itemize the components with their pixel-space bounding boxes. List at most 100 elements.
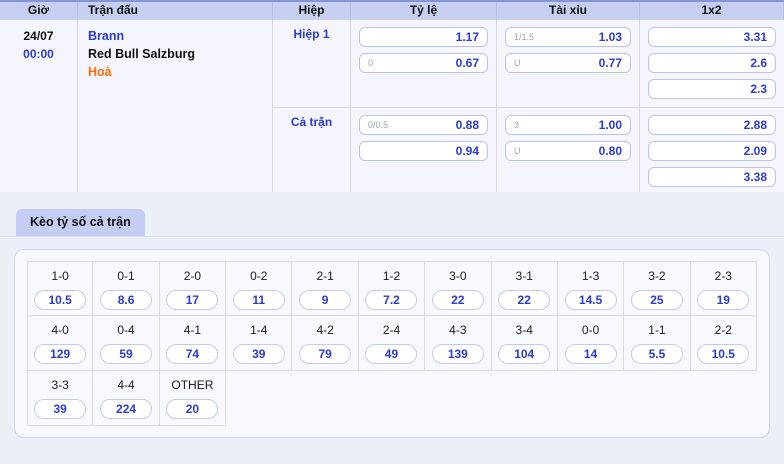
score-cell: 1-2 7.2 [359,261,425,316]
column-header-time: Giờ [0,2,78,20]
score-odds-button[interactable]: 59 [100,344,152,364]
score-odds-button[interactable]: 14 [565,344,617,364]
score-label: 4-0 [28,322,92,339]
fulltime-1x2-home-odds-button[interactable]: 2.88 [648,115,776,135]
score-cell: 2-0 17 [160,261,226,316]
score-odds-button[interactable]: 49 [365,344,417,364]
score-odds-button[interactable]: 22 [498,290,550,310]
half1-1x2-home-odds-button[interactable]: 3.31 [648,27,776,47]
half1-1x2-cell: 3.31 2.6 2.3 [640,20,784,107]
score-cell: 3-2 25 [624,261,690,316]
fulltime-handicap-cell: 0/0.5 0.88 0.94 [351,107,497,192]
score-label: 4-4 [93,377,158,394]
odds-value: 0.94 [456,144,479,158]
odds-value: 3.38 [744,170,767,184]
score-label: 1-1 [624,322,689,339]
score-label: 0-0 [558,322,623,339]
section-label-fulltime: Cả trận [273,107,351,192]
score-label: 2-3 [691,268,756,285]
score-label: 2-0 [160,268,225,285]
score-label: 0-4 [93,322,158,339]
score-odds-button[interactable]: 11 [233,290,285,310]
score-cell: 0-4 59 [93,316,159,371]
score-label: 4-2 [292,322,357,339]
fulltime-over-odds-button[interactable]: 3 1.00 [505,115,631,135]
score-label: 1-2 [359,268,424,285]
odds-value: 1.03 [599,30,622,44]
score-odds-button[interactable]: 25 [631,290,683,310]
over-under-line-label: 1/1.5 [514,32,534,42]
score-cell: 0-0 14 [558,316,624,371]
odds-value: 0.67 [456,56,479,70]
score-odds-button[interactable]: 19 [697,290,749,310]
half1-over-odds-button[interactable]: 1/1.5 1.03 [505,27,631,47]
odds-value: 1.00 [599,118,622,132]
score-odds-button[interactable]: 10.5 [34,290,86,310]
score-odds-button[interactable]: 7.2 [365,290,417,310]
score-label: 2-2 [691,322,756,339]
column-header-1x2: 1x2 [640,2,784,20]
score-odds-button[interactable]: 10.5 [697,344,749,364]
score-label: 1-0 [28,268,92,285]
match-odds-table: Giờ Trận đấu Hiệp Tỷ lệ Tài xỉu 1x2 24/0… [0,0,784,192]
column-header-handicap: Tỷ lệ [351,2,497,20]
score-odds-button[interactable]: 17 [166,290,218,310]
score-odds-button[interactable]: 5.5 [631,344,683,364]
match-kickoff-time: 00:00 [0,45,77,63]
score-label: 3-4 [492,322,557,339]
over-under-line-label: U [514,58,521,68]
score-odds-button[interactable]: 129 [34,344,86,364]
score-odds-button[interactable]: 39 [233,344,285,364]
score-tab-bar: Kèo tỷ số cả trận [0,209,784,237]
odds-value: 3.31 [744,30,767,44]
section-label-half1: Hiệp 1 [273,20,351,107]
half1-handicap-away-odds-button[interactable]: 0 0.67 [359,53,488,73]
score-odds-button[interactable]: 20 [166,399,218,419]
score-odds-button[interactable]: 39 [34,399,86,419]
half1-over-under-cell: 1/1.5 1.03 U 0.77 [497,20,640,107]
score-cell: 3-4 104 [492,316,558,371]
score-cell: 3-1 22 [492,261,558,316]
score-label: 2-4 [359,322,424,339]
match-teams-cell: Brann Red Bull Salzburg Hoà [78,20,273,192]
odds-value: 1.17 [456,30,479,44]
score-cell: OTHER 20 [160,371,226,426]
score-odds-button[interactable]: 22 [432,290,484,310]
half1-under-odds-button[interactable]: U 0.77 [505,53,631,73]
score-odds-button[interactable]: 74 [166,344,218,364]
draw-label: Hoà [88,63,272,81]
handicap-line-label: 0/0.5 [368,120,388,130]
match-date: 24/07 [0,27,77,45]
score-odds-button[interactable]: 224 [100,399,152,419]
fulltime-handicap-home-odds-button[interactable]: 0/0.5 0.88 [359,115,488,135]
odds-value: 0.88 [456,118,479,132]
score-odds-button[interactable]: 8.6 [100,290,152,310]
fulltime-1x2-away-odds-button[interactable]: 3.38 [648,167,776,187]
score-label: 1-4 [226,322,291,339]
fulltime-handicap-away-odds-button[interactable]: 0.94 [359,141,488,161]
score-odds-button[interactable]: 14.5 [565,290,617,310]
half1-1x2-away-odds-button[interactable]: 2.3 [648,79,776,99]
half1-1x2-draw-odds-button[interactable]: 2.6 [648,53,776,73]
score-cell: 3-3 39 [27,371,93,426]
fulltime-1x2-draw-odds-button[interactable]: 2.09 [648,141,776,161]
score-cell: 4-4 224 [93,371,159,426]
score-odds-button[interactable]: 79 [299,344,351,364]
home-team-name[interactable]: Brann [88,27,272,45]
score-cell: 1-4 39 [226,316,292,371]
score-label: 3-2 [624,268,689,285]
odds-value: 0.80 [599,144,622,158]
column-header-over-under: Tài xỉu [497,2,640,20]
fulltime-under-odds-button[interactable]: U 0.80 [505,141,631,161]
score-label: 4-1 [160,322,225,339]
score-label: 4-3 [425,322,490,339]
score-cell: 4-0 129 [27,316,93,371]
score-odds-button[interactable]: 104 [498,344,550,364]
handicap-line-label: 0 [368,58,373,68]
score-label: 1-3 [558,268,623,285]
score-odds-button[interactable]: 9 [299,290,351,310]
tab-correct-score[interactable]: Kèo tỷ số cả trận [16,209,145,236]
half1-handicap-home-odds-button[interactable]: 1.17 [359,27,488,47]
over-under-line-label: 3 [514,120,519,130]
score-odds-button[interactable]: 139 [432,344,484,364]
